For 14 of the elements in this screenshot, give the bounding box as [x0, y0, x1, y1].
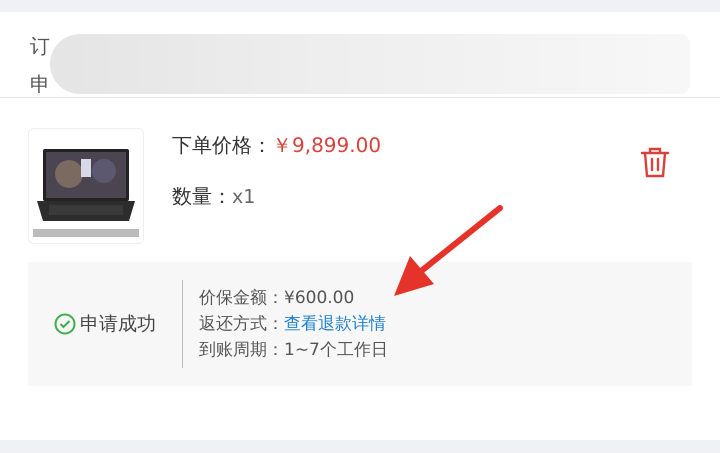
- refund-label: 到账周期：: [199, 339, 284, 362]
- refund-value: 1~7个工作日: [284, 339, 388, 362]
- quantity-value: x1: [232, 186, 256, 208]
- order-info-text: 申: [30, 71, 50, 98]
- price-label: 下单价格：: [172, 132, 272, 159]
- refund-label: 价保金额：: [199, 287, 284, 310]
- quantity-label: 数量：: [172, 183, 232, 210]
- refund-details-link[interactable]: 查看退款详情: [284, 312, 386, 336]
- status-text: 申请成功: [80, 312, 156, 337]
- order-price: ￥9,899.00: [272, 132, 382, 159]
- refund-label: 返还方式：: [199, 313, 284, 336]
- order-info-text: 订: [30, 33, 50, 60]
- refund-value: ¥600.00: [284, 287, 354, 310]
- delete-icon[interactable]: [640, 146, 670, 178]
